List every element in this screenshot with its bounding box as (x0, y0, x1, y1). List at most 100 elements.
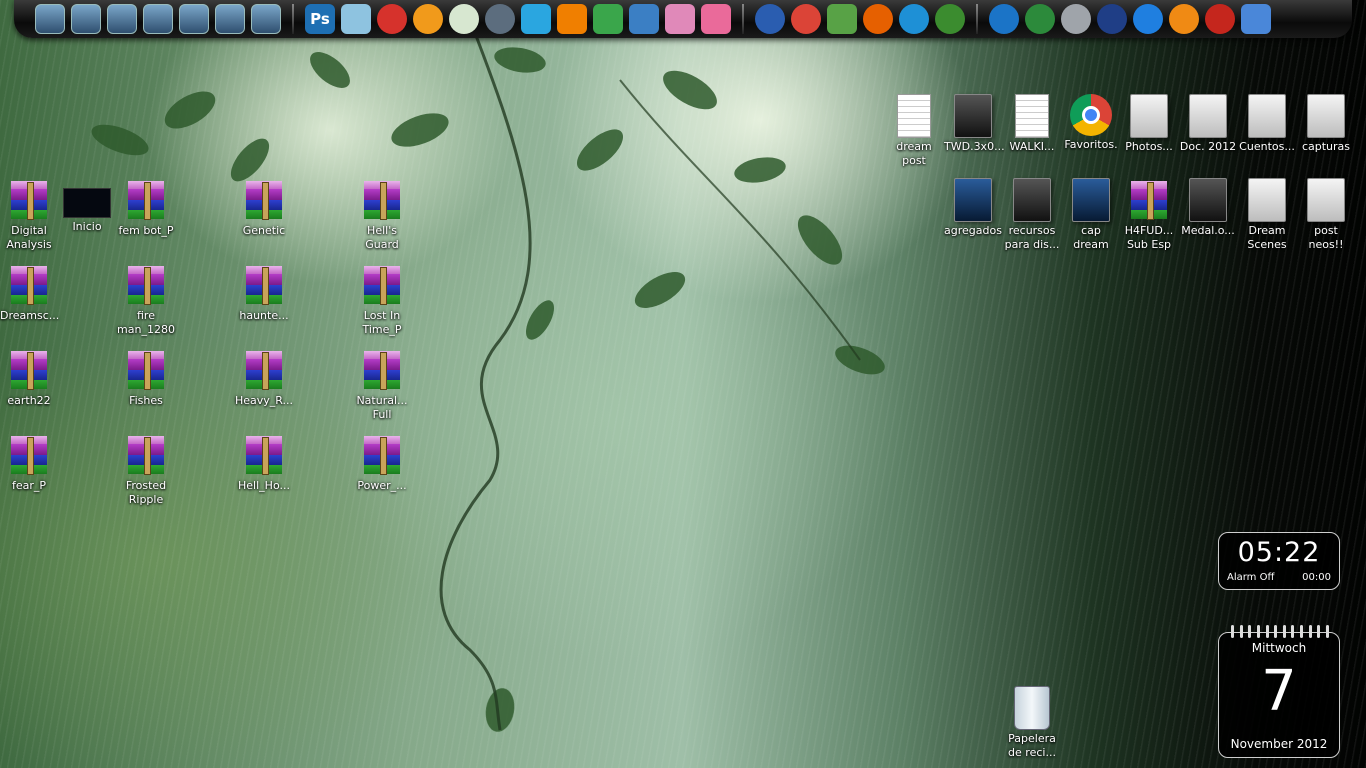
computer-icon[interactable] (35, 4, 65, 34)
desktop-icon-label: Dream Scenes (1247, 224, 1287, 251)
desktop-icon[interactable]: Favoritos. (1062, 94, 1120, 152)
control-widget-icon[interactable] (1241, 4, 1271, 34)
folder-icon (1013, 178, 1051, 222)
alarm-time: 00:00 (1302, 572, 1331, 583)
folder-icon (1072, 178, 1110, 222)
eye-app-icon[interactable] (449, 4, 479, 34)
desktop-icon[interactable]: H4FUD... Sub Esp (1120, 178, 1178, 252)
desktop-icon[interactable]: Hell_Ho... (235, 433, 293, 493)
folder-icon (954, 94, 992, 138)
desktop-icon[interactable]: Lost In Time_P (353, 263, 411, 337)
camera-icon[interactable] (143, 4, 173, 34)
desktop-icon[interactable]: Photos... (1120, 94, 1178, 154)
desktop-icon[interactable]: Genetic (235, 178, 293, 238)
clock-time: 05:22 (1237, 537, 1321, 568)
desktop-icon[interactable]: earth22 (0, 348, 58, 408)
internet-explorer-icon[interactable] (899, 4, 929, 34)
archive-icon (242, 433, 286, 477)
usb-drive-icon[interactable] (251, 4, 281, 34)
aimp-icon[interactable] (413, 4, 443, 34)
desktop-icon[interactable]: Frosted Ripple (117, 433, 175, 507)
hulu-icon[interactable] (1097, 4, 1127, 34)
desktop-icon[interactable]: TWD.3x0... (944, 94, 1005, 154)
desktop-icon[interactable]: Natural... Full (353, 348, 411, 422)
desktop-icon-label: Power_... (357, 479, 407, 492)
vlc-icon[interactable] (557, 4, 587, 34)
desktop-icon-label: Cuentos... (1239, 140, 1295, 153)
chrome-shortcut-icon (1070, 94, 1112, 136)
desktop-icon[interactable]: Digital Analysis (0, 178, 58, 252)
desktop-icon[interactable]: haunte... (235, 263, 293, 323)
clock-widget[interactable]: 05:22 Alarm Off 00:00 (1218, 532, 1340, 590)
package-icon[interactable] (665, 4, 695, 34)
download-icon[interactable] (215, 4, 245, 34)
app-red-icon[interactable] (377, 4, 407, 34)
photoshop-icon[interactable]: Ps (305, 4, 335, 34)
dock-separator (742, 4, 744, 34)
desktop-icon[interactable]: Medal.o... (1179, 178, 1237, 238)
image-viewer-icon[interactable] (827, 4, 857, 34)
folder-icon (1248, 94, 1286, 138)
archive-icon (1127, 178, 1171, 222)
media-center-icon[interactable] (935, 4, 965, 34)
folder-icon (1248, 178, 1286, 222)
desktop-icon-label: Fishes (129, 394, 163, 407)
desktop-icon[interactable]: post neos!! (1297, 178, 1355, 252)
desktop-icon-label: Hell_Ho... (238, 479, 290, 492)
desktop-icon-label: WALKI... (1009, 140, 1055, 153)
settings-icon[interactable] (989, 4, 1019, 34)
alarm-status: Alarm Off (1227, 572, 1275, 583)
desktop-icon[interactable]: fear_P (0, 433, 58, 493)
burn-icon[interactable] (1205, 4, 1235, 34)
network-tool-icon[interactable] (629, 4, 659, 34)
editor-icon[interactable] (341, 4, 371, 34)
recycle-bin[interactable]: Papelera de reci... (1002, 686, 1062, 760)
desktop-icon[interactable]: WALKI... (1003, 94, 1061, 154)
desktop-icon[interactable]: dream post (885, 94, 943, 168)
desktop-icon-label: cap dream (1073, 224, 1109, 251)
desktop-icon[interactable]: Cuentos... (1238, 94, 1296, 154)
disc-icon[interactable] (1061, 4, 1091, 34)
desktop-icon-label: capturas (1301, 140, 1351, 153)
control-panel-icon[interactable] (107, 4, 137, 34)
desktop-icon[interactable]: capturas (1297, 94, 1355, 154)
desktop-icon-label: earth22 (7, 394, 51, 407)
dock-separator (976, 4, 978, 34)
refresh-icon[interactable] (485, 4, 515, 34)
desktop-icon-label: dream post (896, 140, 932, 167)
tools-icon[interactable] (179, 4, 209, 34)
calendar-widget[interactable]: Mittwoch 7 November 2012 (1218, 625, 1340, 758)
screen-capture-icon[interactable] (701, 4, 731, 34)
google-earth-icon[interactable] (755, 4, 785, 34)
desktop-icon[interactable]: Power_... (353, 433, 411, 493)
desktop-icon[interactable]: Heavy_R... (235, 348, 293, 408)
folder-icon (1307, 178, 1345, 222)
calendar-day: 7 (1261, 659, 1297, 724)
gecko-icon[interactable] (593, 4, 623, 34)
desktop-icon[interactable]: fire man_1280 (117, 263, 175, 337)
documents-icon[interactable] (71, 4, 101, 34)
firefox-icon[interactable] (863, 4, 893, 34)
desktop-icon[interactable]: Fishes (117, 348, 175, 408)
desktop-icon[interactable]: Dreamsc... (0, 263, 59, 323)
power-app-icon[interactable] (1133, 4, 1163, 34)
desktop-icon-label: haunte... (239, 309, 289, 322)
desktop-icon[interactable]: fem bot_P (117, 178, 175, 238)
desktop-icon[interactable]: recursos para dis... (1003, 178, 1061, 252)
desktop-icon-label: Favoritos. (1064, 138, 1118, 151)
desktop-icon-label: Medal.o... (1181, 224, 1235, 237)
sphere-app-icon[interactable] (1025, 4, 1055, 34)
avast-icon[interactable] (1169, 4, 1199, 34)
desktop-icon[interactable]: Doc. 2012 (1179, 94, 1237, 154)
media-player-icon[interactable] (521, 4, 551, 34)
desktop-icon[interactable]: cap dream (1062, 178, 1120, 252)
desktop-icon-label: Hell's Guard (365, 224, 399, 251)
desktop-icon[interactable]: Hell's Guard (353, 178, 411, 252)
desktop-icon[interactable]: agregados (944, 178, 1002, 238)
archive-icon (7, 263, 51, 307)
desktop-icon[interactable]: Inicio (58, 178, 116, 234)
archive-icon (7, 433, 51, 477)
desktop-icon[interactable]: Dream Scenes (1238, 178, 1296, 252)
chrome-icon[interactable] (791, 4, 821, 34)
recycle-bin-icon (1014, 686, 1050, 730)
